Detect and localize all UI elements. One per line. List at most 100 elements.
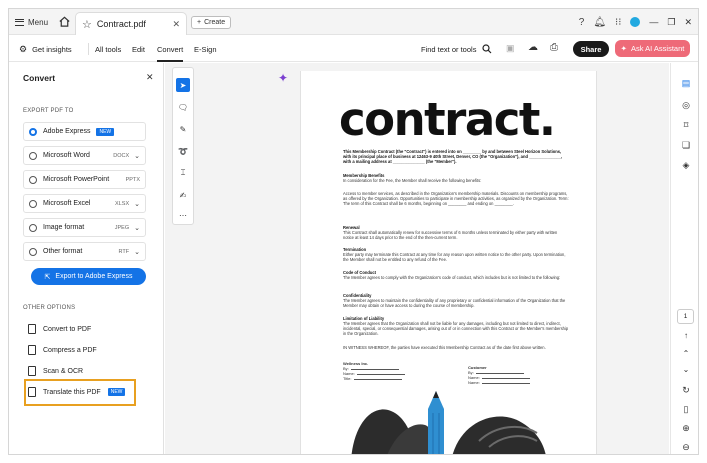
- highlight-box: [24, 379, 136, 406]
- more-tools-icon[interactable]: ⋯: [176, 208, 190, 222]
- save-icon[interactable]: ▣: [506, 43, 515, 54]
- upload-cloud-icon[interactable]: ☁︎: [528, 42, 538, 53]
- bookmark-icon[interactable]: ⌑: [680, 119, 692, 131]
- radio-icon[interactable]: [29, 151, 37, 160]
- decorative-illustration: [351, 391, 546, 454]
- format-select[interactable]: XLSX: [115, 201, 129, 207]
- refresh-icon[interactable]: ↻: [680, 384, 692, 396]
- scan-ocr-item[interactable]: Scan & OCR: [28, 363, 83, 379]
- avatar[interactable]: [630, 17, 641, 27]
- radio-icon[interactable]: [29, 247, 37, 256]
- option-other-format[interactable]: Other format RTF ⌄: [23, 242, 146, 261]
- chevron-down-icon[interactable]: ⌄: [680, 363, 692, 375]
- chevron-down-icon[interactable]: ⌄: [134, 224, 140, 232]
- get-insights-label: Get insights: [32, 44, 72, 54]
- option-label: Microsoft Word: [43, 152, 90, 159]
- print-icon[interactable]: ⎙: [550, 42, 558, 53]
- option-microsoft-word[interactable]: Microsoft Word DOCX ⌄: [23, 146, 146, 165]
- witness-paragraph: IN WITNESS WHEREOF, the parties have exe…: [343, 345, 569, 350]
- restore-icon[interactable]: ❐: [667, 17, 675, 28]
- compress-pdf-item[interactable]: Compress a PDF: [28, 342, 97, 358]
- title-bar: Menu ☆ Contract.pdf ✕ + Create ? 🔔︎ ⁝⁝ —…: [9, 9, 698, 35]
- format-select[interactable]: JPEG: [115, 225, 129, 231]
- tab-contract[interactable]: ☆ Contract.pdf ✕: [75, 12, 187, 35]
- radio-icon[interactable]: [29, 175, 37, 184]
- get-insights-button[interactable]: ⚙︎ Get insights: [19, 36, 72, 62]
- tab-edit[interactable]: Edit: [132, 36, 145, 62]
- export-icon: ⇱: [44, 273, 51, 281]
- home-icon[interactable]: [58, 15, 71, 28]
- document-viewer[interactable]: ➤ 🗨︎ ✎ ➰ ⌶ ✍︎ ⋯ ✦ contract. This Members…: [165, 63, 669, 454]
- help-icon[interactable]: ?: [579, 17, 585, 28]
- right-rail: ▤ ◎ ⌑ ❏ ◈ 1 ↑ ⌃ ⌄ ↻ ▯ ⊕ ⊖: [670, 63, 698, 454]
- layers-icon[interactable]: ◈: [680, 159, 692, 171]
- option-microsoft-powerpoint[interactable]: Microsoft PowerPoint PPTX: [23, 170, 146, 189]
- chevron-up-icon[interactable]: ⌃: [680, 347, 692, 359]
- section-text: In consideration for the Fee, the Member…: [343, 178, 482, 183]
- apps-grid-icon[interactable]: ⁝⁝: [615, 17, 621, 28]
- comment-icon[interactable]: 🗨︎: [176, 100, 190, 114]
- convert-to-pdf-item[interactable]: Convert to PDF: [28, 321, 91, 337]
- zoom-in-icon[interactable]: ⊕: [680, 422, 692, 434]
- bell-icon[interactable]: 🔔︎: [593, 17, 606, 28]
- option-microsoft-excel[interactable]: Microsoft Excel XLSX ⌄: [23, 194, 146, 213]
- section-termination: Termination Either party may terminate th…: [343, 247, 569, 262]
- option-image-format[interactable]: Image format JPEG ⌄: [23, 218, 146, 237]
- ai-sparkle-icon[interactable]: ✦: [278, 71, 288, 85]
- sign-icon[interactable]: ✍︎: [176, 188, 190, 202]
- pen-icon[interactable]: ✎: [176, 122, 190, 136]
- document-heading: contract.: [339, 93, 556, 146]
- format-select[interactable]: DOCX: [113, 153, 129, 159]
- option-adobe-express[interactable]: Adobe Express NEW: [23, 122, 146, 141]
- compress-icon: [28, 345, 36, 355]
- toolbar-divider: [88, 43, 89, 55]
- select-cursor-icon[interactable]: ➤: [176, 78, 190, 92]
- radio-icon[interactable]: [29, 223, 37, 232]
- section-text: The Member agrees to comply with the Org…: [343, 275, 561, 280]
- tab-convert[interactable]: Convert: [157, 36, 184, 62]
- tab-all-tools[interactable]: All tools: [95, 36, 121, 62]
- other-option-label: Convert to PDF: [43, 325, 92, 333]
- scan-icon: [28, 366, 36, 376]
- chevron-down-icon[interactable]: ⌄: [134, 200, 140, 208]
- pages-icon[interactable]: ❏: [680, 139, 692, 151]
- document-icon[interactable]: ▯: [680, 403, 692, 415]
- radio-icon[interactable]: [29, 199, 37, 208]
- format-select[interactable]: RTF: [119, 249, 130, 255]
- close-panel-icon[interactable]: ✕: [146, 72, 154, 83]
- ai-assistant-label: Ask AI Assistant: [630, 44, 685, 53]
- chevron-down-icon[interactable]: ⌄: [134, 152, 140, 160]
- ai-chat-icon[interactable]: ▤: [680, 77, 692, 89]
- panel-title: Convert: [23, 73, 56, 83]
- comments-icon[interactable]: ◎: [680, 99, 692, 111]
- page-number-box[interactable]: 1: [677, 309, 694, 324]
- text-select-icon[interactable]: ⌶: [176, 166, 190, 180]
- export-button-label: Export to Adobe Express: [55, 273, 133, 280]
- share-button[interactable]: Share: [573, 41, 609, 57]
- section-renewal: Renewal This Contract shall automatically…: [343, 225, 569, 240]
- create-button[interactable]: + Create: [191, 16, 232, 29]
- zoom-out-icon[interactable]: ⊖: [680, 441, 692, 453]
- close-window-icon[interactable]: ✕: [684, 17, 692, 28]
- export-button[interactable]: ⇱ Export to Adobe Express: [31, 268, 146, 285]
- tab-esign[interactable]: E-Sign: [194, 36, 217, 62]
- previous-page-icon[interactable]: ↑: [680, 329, 692, 341]
- plus-icon: +: [197, 19, 202, 26]
- draw-loop-icon[interactable]: ➰: [176, 144, 190, 158]
- section-text: The Member agrees that the Organization …: [343, 321, 569, 336]
- find-tools-button[interactable]: Find text or tools: [421, 42, 492, 56]
- other-option-label: Compress a PDF: [43, 346, 97, 354]
- search-icon: [482, 44, 492, 54]
- close-tab-icon[interactable]: ✕: [172, 19, 180, 30]
- titlebar-actions: ? 🔔︎ ⁝⁝ — ❐ ✕: [579, 14, 692, 30]
- star-icon[interactable]: ☆: [82, 18, 92, 31]
- radio-selected-icon[interactable]: [29, 127, 37, 136]
- section-benefits: Membership Benefits In consideration for …: [343, 173, 569, 183]
- other-option-label: Scan & OCR: [43, 367, 84, 375]
- convert-panel: Convert ✕ EXPORT PDF TO Adobe Express NE…: [9, 63, 164, 454]
- minimize-icon[interactable]: —: [649, 17, 658, 27]
- chevron-down-icon[interactable]: ⌄: [134, 248, 140, 256]
- quick-tools-bar: ➤ 🗨︎ ✎ ➰ ⌶ ✍︎ ⋯: [172, 67, 194, 225]
- menu-button[interactable]: Menu: [15, 15, 48, 29]
- ai-assistant-button[interactable]: ✦ Ask AI Assistant: [615, 40, 690, 57]
